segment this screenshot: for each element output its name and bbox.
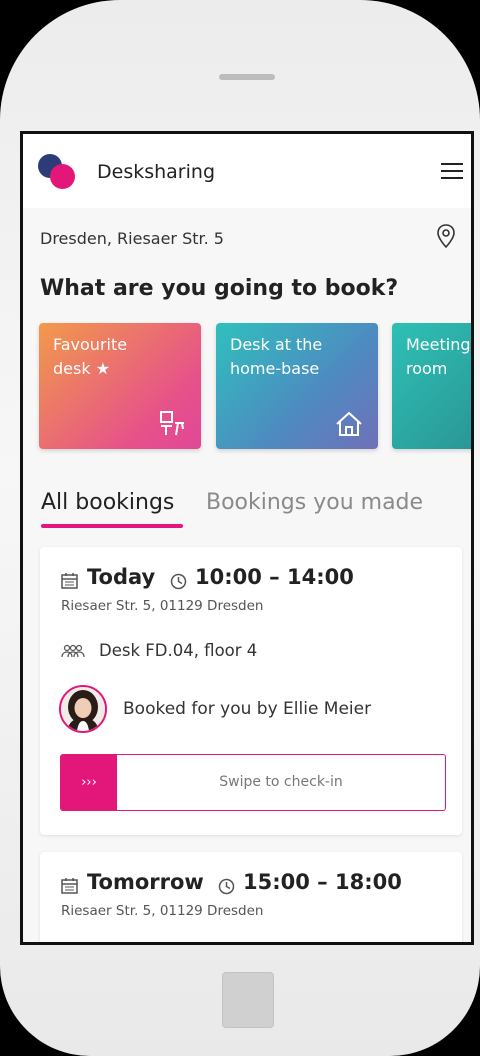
app-screen: Desksharing Dresden, Riesaer Str. 5 What… — [20, 131, 474, 945]
phone-frame: Desksharing Dresden, Riesaer Str. 5 What… — [0, 0, 480, 1056]
booking-card[interactable]: Today 10:00 – 14:00 Riesaer Str. 5, 0112… — [40, 547, 462, 835]
tile-label-line2: room — [406, 359, 448, 378]
tile-desk-home-base[interactable]: Desk at the home-base — [216, 323, 378, 449]
active-tab-indicator — [41, 524, 183, 528]
app-title: Desksharing — [97, 161, 215, 183]
booking-type-tiles: Favourite desk ★ Desk at the home-base M… — [39, 323, 471, 453]
tab-bookings-you-made[interactable]: Bookings you made — [206, 490, 423, 515]
swipe-handle[interactable]: ››› — [61, 755, 117, 810]
desk-icon — [160, 411, 184, 436]
clock-icon — [170, 573, 187, 590]
top-bar: Desksharing — [23, 134, 471, 208]
menu-icon[interactable] — [441, 163, 463, 181]
booking-time: 10:00 – 14:00 — [195, 565, 354, 589]
booking-time: 15:00 – 18:00 — [243, 870, 402, 894]
tile-label-line1: Meeting — [406, 335, 471, 354]
booking-day: Tomorrow — [87, 870, 204, 894]
tile-label-line1: Desk at the — [230, 335, 323, 354]
booking-desk: Desk FD.04, floor 4 — [99, 641, 258, 660]
location-text: Dresden, Riesaer Str. 5 — [40, 229, 224, 248]
location-pin-icon[interactable] — [436, 223, 456, 249]
tab-all-bookings[interactable]: All bookings — [41, 490, 174, 515]
booking-address: Riesaer Str. 5, 01129 Dresden — [61, 598, 264, 614]
clock-icon — [218, 878, 235, 895]
booking-day: Today — [87, 565, 156, 589]
swipe-label: Swipe to check-in — [219, 774, 343, 790]
booked-by-text: Booked for you by Ellie Meier — [123, 699, 372, 719]
booking-card[interactable]: Tomorrow 15:00 – 18:00 Riesaer Str. 5, 0… — [40, 852, 462, 942]
app-logo — [38, 154, 80, 194]
tile-label-line2: desk ★ — [53, 359, 111, 378]
tile-label-line1: Favourite — [53, 335, 128, 354]
phone-home-button[interactable] — [222, 972, 274, 1028]
home-icon — [336, 411, 362, 436]
avatar — [59, 685, 107, 733]
swipe-to-check-in[interactable]: ››› Swipe to check-in — [60, 754, 446, 811]
people-icon — [61, 644, 85, 658]
tile-meeting-room[interactable]: Meeting room — [392, 323, 471, 449]
phone-speaker — [219, 74, 275, 80]
booking-question: What are you going to book? — [40, 276, 399, 301]
tile-favourite-desk[interactable]: Favourite desk ★ — [39, 323, 201, 449]
tile-label-line2: home-base — [230, 359, 320, 378]
booking-address: Riesaer Str. 5, 01129 Dresden — [61, 903, 264, 919]
calendar-icon — [61, 573, 78, 589]
calendar-icon — [61, 878, 78, 894]
